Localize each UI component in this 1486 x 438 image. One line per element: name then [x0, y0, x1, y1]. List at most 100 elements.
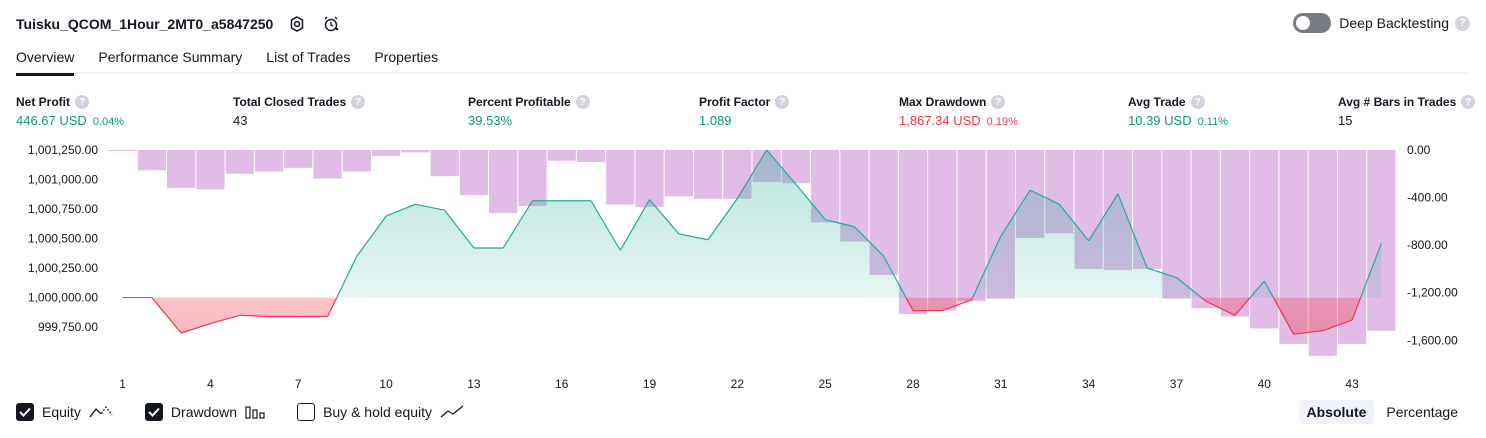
- toggle-knob: [1296, 16, 1311, 30]
- equity-line-icon: [89, 405, 113, 419]
- metric-profit-factor: Profit Factor? 1.089: [699, 94, 790, 129]
- info-icon[interactable]: ?: [351, 95, 366, 109]
- metric-percent-profitable: Percent Profitable? 39.53%: [468, 94, 590, 129]
- drawdown-bar: [1250, 150, 1279, 329]
- equity-checkbox[interactable]: [16, 403, 34, 421]
- drawdown-bar: [371, 150, 401, 156]
- x-axis-tick-label: 1: [119, 377, 126, 391]
- right-axis-tick-label: 0.00: [1407, 143, 1431, 157]
- deep-backtesting-control: Deep Backtesting ?: [1293, 13, 1470, 33]
- info-icon[interactable]: ?: [575, 95, 590, 109]
- info-icon[interactable]: ?: [1190, 95, 1205, 109]
- drawdown-bar: [167, 150, 196, 189]
- drawdown-bar: [898, 150, 928, 315]
- legend-label: Drawdown: [170, 404, 238, 420]
- info-icon[interactable]: ?: [1461, 95, 1476, 109]
- alarm-clock-icon[interactable]: [321, 14, 341, 34]
- drawdown-bar: [401, 150, 430, 153]
- drawdown-bar: [137, 150, 167, 171]
- drawdown-bar: [518, 150, 547, 206]
- drawdown-bar: [1191, 150, 1220, 309]
- metric-label: Percent Profitable: [468, 95, 571, 109]
- drawdown-bar: [284, 150, 313, 168]
- deep-backtesting-label: Deep Backtesting: [1339, 15, 1449, 31]
- metric-value: 15: [1338, 113, 1353, 128]
- drawdown-bar: [928, 150, 957, 311]
- drawdown-bar: [196, 150, 225, 190]
- right-axis-tick-label: -1,600.00: [1407, 333, 1458, 347]
- equity-drawdown-chart[interactable]: 1,001,250.00 1,001,000.00 1,000,750.00 1,00…: [0, 140, 1486, 395]
- drawdown-bar: [313, 150, 342, 179]
- drawdown-bar: [254, 150, 284, 172]
- metric-avg-bars-in-trades: Avg # Bars in Trades? 15: [1338, 94, 1476, 129]
- metric-net-profit: Net Profit? 446.67 USD 0.04%: [16, 94, 124, 129]
- drawdown-bar: [430, 150, 459, 177]
- help-icon[interactable]: ?: [1455, 15, 1470, 31]
- info-icon[interactable]: ?: [75, 95, 89, 109]
- drawdown-bar: [635, 150, 664, 208]
- drawdown-bar: [1220, 150, 1250, 317]
- right-axis-tick-label: -400.00: [1407, 191, 1448, 205]
- deep-backtesting-toggle[interactable]: [1293, 13, 1332, 33]
- header: Tuisku_QCOM_1Hour_2MT0_a5847250: [16, 12, 341, 36]
- tab-list-of-trades[interactable]: List of Trades: [266, 46, 350, 74]
- drawdown-bar: [108, 150, 137, 151]
- drawdown-bar: [489, 150, 518, 214]
- metric-percent: 0.19%: [986, 116, 1018, 128]
- drawdown-bar: [664, 150, 693, 197]
- x-axis-tick-label: 10: [379, 377, 393, 391]
- drawdown-bar: [1367, 150, 1396, 331]
- strategy-title: Tuisku_QCOM_1Hour_2MT0_a5847250: [16, 16, 274, 32]
- tab-bar: Overview Performance Summary List of Tra…: [16, 46, 1470, 76]
- drawdown-bar: [576, 150, 606, 162]
- metric-label: Total Closed Trades: [233, 95, 347, 109]
- x-axis-tick-label: 34: [1082, 377, 1096, 391]
- settings-icon[interactable]: [287, 14, 307, 34]
- buy-hold-line-icon: [440, 405, 464, 419]
- x-axis-tick-label: 19: [643, 377, 657, 391]
- metric-value: 446.67 USD: [16, 113, 87, 128]
- legend-buy-hold-equity[interactable]: Buy & hold equity: [297, 403, 464, 421]
- chart-legend: Equity Drawdown Buy & hold equity: [16, 403, 496, 421]
- drawdown-checkbox[interactable]: [144, 403, 163, 421]
- drawdown-bar: [693, 150, 723, 199]
- legend-label: Equity: [42, 404, 81, 420]
- tab-overview[interactable]: Overview: [16, 46, 75, 76]
- legend-drawdown[interactable]: Drawdown: [144, 403, 265, 421]
- metric-label: Profit Factor: [699, 95, 771, 109]
- drawdown-bars-icon: [245, 405, 265, 419]
- tab-properties[interactable]: Properties: [374, 46, 438, 74]
- percentage-button[interactable]: Percentage: [1378, 400, 1466, 424]
- left-axis-tick-label: 999,750.00: [38, 320, 98, 334]
- drawdown-bar: [606, 150, 635, 205]
- x-axis-tick-label: 7: [295, 377, 302, 391]
- metric-max-drawdown: Max Drawdown? 1,867.34 USD 0.19%: [899, 94, 1018, 129]
- metric-value: 39.53%: [468, 113, 513, 128]
- x-axis-tick-label: 31: [994, 377, 1008, 391]
- x-axis-tick-label: 28: [906, 377, 920, 391]
- x-axis-tick-label: 37: [1170, 377, 1184, 391]
- left-axis-tick-label: 1,000,500.00: [28, 232, 98, 246]
- metric-percent: 0.11%: [1197, 116, 1228, 128]
- legend-equity[interactable]: Equity: [16, 403, 113, 421]
- x-axis-tick-label: 40: [1258, 377, 1272, 391]
- left-axis-tick-label: 1,000,250.00: [28, 261, 98, 275]
- tab-performance-summary[interactable]: Performance Summary: [98, 46, 242, 74]
- right-axis-tick-label: -1,200.00: [1407, 286, 1458, 300]
- metric-label: Net Profit: [16, 95, 70, 109]
- drawdown-bar: [225, 150, 254, 174]
- x-axis-tick-label: 4: [207, 377, 214, 391]
- info-icon[interactable]: ?: [775, 95, 790, 109]
- metric-label: Avg # Bars in Trades: [1338, 95, 1457, 109]
- left-axis-tick-label: 1,001,250.00: [28, 143, 98, 157]
- x-axis-tick-label: 16: [555, 377, 569, 391]
- x-axis-tick-label: 22: [731, 377, 745, 391]
- left-axis-tick-label: 1,000,000.00: [28, 291, 98, 305]
- info-icon[interactable]: ?: [991, 95, 1006, 109]
- absolute-button[interactable]: Absolute: [1298, 400, 1375, 424]
- right-axis-tick-label: -800.00: [1407, 238, 1448, 252]
- buy-hold-checkbox[interactable]: [297, 403, 316, 421]
- metric-value: 1.089: [699, 113, 732, 128]
- metric-value: 43: [233, 113, 248, 128]
- metric-percent: 0.04%: [92, 116, 125, 128]
